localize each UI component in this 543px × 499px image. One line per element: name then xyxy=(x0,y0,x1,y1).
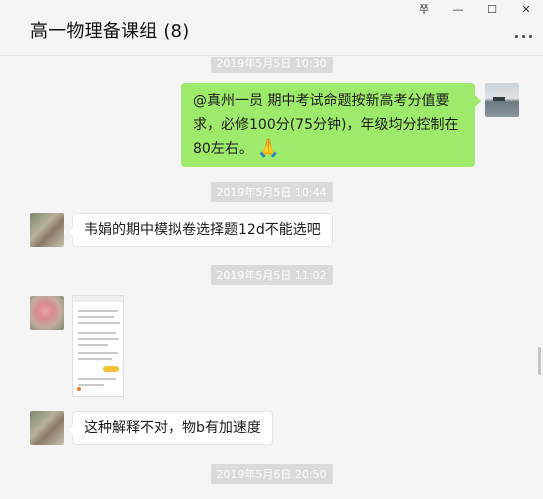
scrollbar[interactable] xyxy=(538,347,541,375)
close-icon[interactable]: ✕ xyxy=(509,0,543,18)
avatar[interactable] xyxy=(485,83,519,117)
avatar[interactable] xyxy=(30,296,64,330)
message-text: @真州一员 期中考试命题按新高考分值要求，必修100分(75分钟)，年级均分控制… xyxy=(193,93,459,157)
minimize-icon[interactable]: — xyxy=(441,0,475,18)
message-text: 韦娟的期中模拟卷选择题12d不能选吧 xyxy=(84,222,321,238)
more-options-icon[interactable] xyxy=(511,30,535,42)
avatar[interactable] xyxy=(30,411,64,445)
chat-history[interactable]: 2019年5月5日 10:30 @真州一员 期中考试命题按新高考分值要求，必修1… xyxy=(0,57,543,499)
chat-title: 高一物理备课组 (8) xyxy=(30,21,190,42)
title-bar: 高一物理备课组 (8) 쭈 — ☐ ✕ xyxy=(0,0,543,56)
maximize-icon[interactable]: ☐ xyxy=(475,0,509,18)
pin-icon[interactable]: 쭈 xyxy=(407,0,441,18)
timestamp: 2019年5月5日 10:30 xyxy=(210,57,333,73)
window-controls: 쭈 — ☐ ✕ xyxy=(407,0,543,18)
praying-hands-emoji-icon: 🙏 xyxy=(257,138,280,159)
avatar[interactable] xyxy=(30,213,64,247)
image-message-thumbnail[interactable] xyxy=(72,295,124,397)
incoming-message[interactable]: 这种解释不对，物b有加速度 xyxy=(67,411,273,445)
outgoing-message[interactable]: @真州一员 期中考试命题按新高考分值要求，必修100分(75分钟)，年级均分控制… xyxy=(181,83,481,167)
timestamp: 2019年5月5日 10:44 xyxy=(210,182,333,202)
message-text: 这种解释不对，物b有加速度 xyxy=(84,420,261,436)
timestamp: 2019年5月5日 11:02 xyxy=(210,265,333,285)
timestamp: 2019年5月6日 20:50 xyxy=(210,464,333,484)
incoming-message[interactable]: 韦娟的期中模拟卷选择题12d不能选吧 xyxy=(67,213,333,247)
